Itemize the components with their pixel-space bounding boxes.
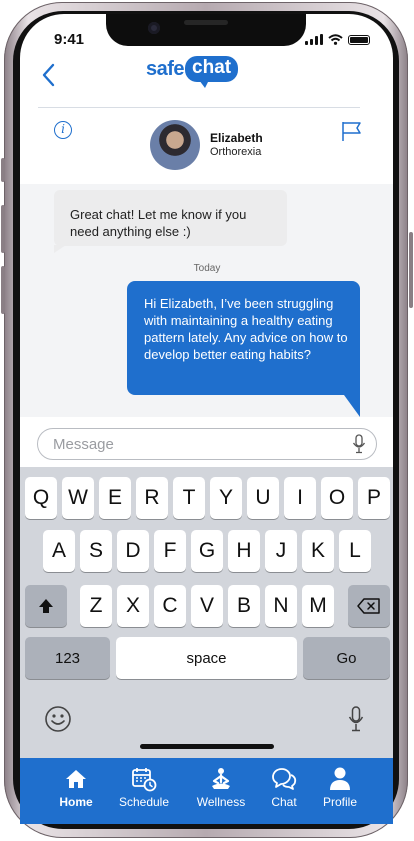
key-letter[interactable]: W <box>62 477 94 519</box>
emoji-icon[interactable] <box>44 705 72 733</box>
key-letter[interactable]: A <box>43 530 75 572</box>
wifi-icon <box>328 34 343 45</box>
microphone-icon[interactable] <box>352 434 366 454</box>
header-divider <box>38 107 360 108</box>
key-letter[interactable]: N <box>265 585 297 627</box>
home-indicator <box>140 744 274 749</box>
key-letter[interactable]: J <box>265 530 297 572</box>
logo-text-safe: safe <box>146 57 185 80</box>
key-letter[interactable]: Z <box>80 585 112 627</box>
avatar[interactable] <box>150 120 200 170</box>
message-input[interactable] <box>37 428 377 460</box>
key-letter[interactable]: M <box>302 585 334 627</box>
calendar-clock-icon <box>132 768 157 792</box>
tab-schedule[interactable]: Schedule <box>112 766 176 818</box>
space-key[interactable]: space <box>116 637 297 679</box>
tab-label-chat: Chat <box>271 795 297 809</box>
tab-label-wellness: Wellness <box>196 795 246 809</box>
key-letter[interactable]: I <box>284 477 316 519</box>
earpiece-speaker <box>184 20 228 25</box>
tab-home[interactable]: Home <box>44 766 108 818</box>
home-icon <box>66 770 86 788</box>
meditation-icon <box>212 768 230 789</box>
key-letter[interactable]: U <box>247 477 279 519</box>
key-letter[interactable]: E <box>99 477 131 519</box>
backspace-key[interactable] <box>348 585 390 627</box>
volume-up-button <box>1 205 5 253</box>
key-letter[interactable]: T <box>173 477 205 519</box>
incoming-message-bubble: Great chat! Let me know if you need anyt… <box>54 190 287 253</box>
chat-bubbles-icon <box>272 768 297 790</box>
key-letter[interactable]: Q <box>25 477 57 519</box>
key-letter[interactable]: C <box>154 585 186 627</box>
key-letter[interactable]: D <box>117 530 149 572</box>
key-letter[interactable]: O <box>321 477 353 519</box>
tab-profile[interactable]: Profile <box>308 766 372 818</box>
key-letter[interactable]: Y <box>210 477 242 519</box>
tab-label-home: Home <box>59 795 93 809</box>
status-time: 9:41 <box>54 31 85 48</box>
key-letter[interactable]: S <box>80 530 112 572</box>
flag-icon[interactable] <box>340 120 364 142</box>
logo-text-chat: chat <box>185 56 239 88</box>
battery-icon <box>348 34 370 45</box>
contact-name: Elizabeth <box>210 131 263 145</box>
tab-label-schedule: Schedule <box>118 795 170 809</box>
person-icon <box>330 767 350 790</box>
key-letter[interactable]: B <box>228 585 260 627</box>
info-icon[interactable]: i <box>54 121 72 139</box>
numbers-key[interactable]: 123 <box>25 637 110 679</box>
shift-key[interactable] <box>25 585 67 627</box>
back-chevron-icon[interactable] <box>38 62 60 88</box>
contact-subtitle: Orthorexia <box>210 146 262 158</box>
backspace-icon <box>357 598 380 614</box>
notch <box>106 14 306 46</box>
dictation-mic-icon[interactable] <box>348 706 364 732</box>
key-letter[interactable]: P <box>358 477 390 519</box>
safechat-logo: safe chat <box>146 56 239 88</box>
tab-label-profile: Profile <box>322 795 357 809</box>
go-key[interactable]: Go <box>303 637 390 679</box>
key-letter[interactable]: X <box>117 585 149 627</box>
day-separator: Today <box>193 263 221 274</box>
front-camera <box>148 22 160 34</box>
outgoing-message-bubble: Hi Elizabeth, I’ve been struggling with … <box>127 281 360 417</box>
key-letter[interactable]: L <box>339 530 371 572</box>
cellular-signal-icon <box>305 34 323 45</box>
key-letter[interactable]: K <box>302 530 334 572</box>
tab-wellness[interactable]: Wellness <box>189 766 253 818</box>
key-letter[interactable]: R <box>136 477 168 519</box>
status-icons <box>305 34 370 45</box>
key-letter[interactable]: G <box>191 530 223 572</box>
key-letter[interactable]: F <box>154 530 186 572</box>
mute-switch <box>1 158 5 182</box>
key-letter[interactable]: H <box>228 530 260 572</box>
tab-chat[interactable]: Chat <box>252 766 316 818</box>
shift-arrow-icon <box>39 599 53 613</box>
key-letter[interactable]: V <box>191 585 223 627</box>
